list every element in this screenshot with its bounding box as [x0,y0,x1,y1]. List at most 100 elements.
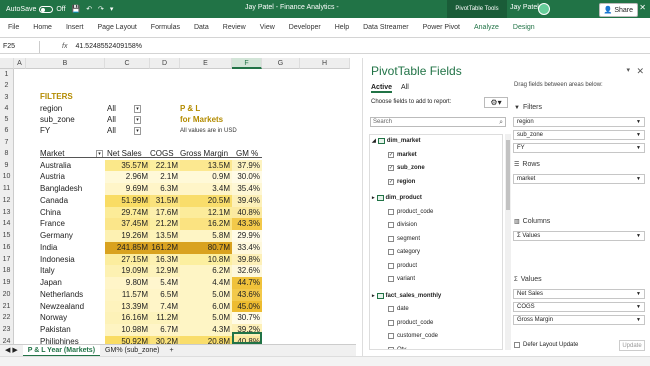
defer-layout-checkbox[interactable]: Defer Layout Update [514,342,578,348]
row-header-20[interactable]: 20 [0,288,14,301]
table-cell-gm[interactable]: 6.2M [180,265,232,277]
table-cell-net[interactable]: 27.15M [105,253,150,266]
ribbon-tab-help[interactable]: Help [328,24,356,31]
table-cell-gmp[interactable]: 39.4% [232,194,262,207]
checkbox-icon[interactable] [388,333,394,339]
field-list-scrollbar[interactable] [505,134,511,350]
ribbon-tab-file[interactable]: File [0,24,26,31]
ribbon-tab-data[interactable]: Data [187,24,216,31]
field-item[interactable]: segment [388,235,420,242]
chevron-down-icon[interactable]: ▼ [636,290,641,299]
table-cell-gmp[interactable]: 30.7% [232,312,262,324]
field-table-dim_product[interactable]: ▸ dim_product [372,195,422,201]
table-cell-gm[interactable]: 3.4M [180,183,232,195]
table-cell-cogs[interactable]: 13.5M [150,230,180,242]
table-cell-gm[interactable]: 80.7M [180,241,232,254]
row-header-15[interactable]: 15 [0,230,14,242]
area-item-columns[interactable]: Σ Values ▼ [513,231,645,241]
field-table-fact_sales_monthly[interactable]: ▸ fact_sales_monthly [372,292,441,299]
checkbox-icon[interactable] [388,319,394,326]
table-cell-gm[interactable]: 5.0M [180,288,232,301]
avatar[interactable] [538,3,550,15]
field-item[interactable]: ✓ sub_zone [388,165,425,171]
table-cell-net[interactable]: 29.74M [105,206,150,219]
row-header-7[interactable]: 7 [0,136,14,148]
tab-pl-year[interactable]: P & L Year (Markets) [22,344,101,357]
close-icon[interactable]: ✕ [636,66,644,77]
checkbox-icon[interactable] [388,346,394,349]
row-header-19[interactable]: 19 [0,277,14,289]
update-button[interactable]: Update [619,340,645,351]
chevron-down-icon[interactable]: ▾ [134,104,141,113]
add-sheet-icon[interactable]: + [165,345,179,357]
table-cell-cogs[interactable]: 16.3M [150,253,180,266]
row-header-6[interactable]: 6 [0,125,14,137]
area-item-values[interactable]: Gross Margin ▼ [513,314,645,325]
tab-all[interactable]: All [401,84,409,91]
table-cell-gmp[interactable]: 35.4% [232,183,262,195]
close-icon[interactable]: ✕ [639,3,646,12]
ribbon-tab-home[interactable]: Home [26,24,59,31]
table-cell-cogs[interactable]: 12.9M [150,265,180,277]
table-cell-gmp[interactable]: 45.0% [232,300,262,313]
table-cell-cogs[interactable]: 6.7M [150,324,180,336]
field-item[interactable]: ✓ market [388,151,417,158]
table-cell-net[interactable]: 19.09M [105,265,150,277]
field-item[interactable]: division [388,222,417,228]
filter-value[interactable]: All [107,103,116,114]
fx-icon[interactable]: fx [62,43,67,50]
scroll-thumb[interactable] [506,140,510,210]
chevron-down-icon[interactable]: ▾ [134,116,141,124]
row-header-4[interactable]: 4 [0,102,14,114]
ribbon-tab-view[interactable]: View [253,24,282,31]
table-cell-cogs[interactable]: 6.5M [150,288,180,301]
share-button[interactable]: 👤 Share [598,3,638,17]
column-header-H[interactable]: H [300,58,350,69]
ribbon-tab-developer[interactable]: Developer [282,24,328,31]
ribbon-tab-power-pivot[interactable]: Power Pivot [416,24,467,31]
row-header-17[interactable]: 17 [0,253,14,266]
chevron-down-icon[interactable]: ▼ [636,303,641,312]
table-cell-net[interactable]: 19.26M [105,230,150,242]
field-item[interactable]: variant [388,276,415,282]
row-header-12[interactable]: 12 [0,194,14,207]
table-cell-gmp[interactable]: 43.6% [232,288,262,301]
column-header-A[interactable]: A [14,58,26,69]
checkbox-icon[interactable] [388,249,394,255]
filter-value[interactable]: All [107,114,116,125]
area-item-filters[interactable]: region ▼ [513,117,645,127]
table-cell-net[interactable]: 241.85M [105,241,150,254]
table-cell-net[interactable]: 16.16M [105,312,150,324]
table-cell-gmp[interactable]: 29.9% [232,230,262,242]
field-item[interactable]: product_code [388,319,433,326]
field-item[interactable]: product_code [388,208,433,215]
row-header-8[interactable]: 8 [0,147,14,160]
checkbox-icon[interactable] [514,342,520,348]
field-table-dim_market[interactable]: ◢ dim_market [372,138,421,144]
quick-access-toolbar[interactable]: 💾 ↶ ↷ ▾ [72,5,116,13]
field-item[interactable]: date [388,306,409,312]
row-header-10[interactable]: 10 [0,171,14,183]
column-header-B[interactable]: B [26,58,105,69]
row-header-14[interactable]: 14 [0,218,14,230]
area-item-values[interactable]: COGS ▼ [513,301,645,312]
field-item[interactable]: Qty [388,346,406,349]
checkbox-icon[interactable]: ✓ [388,151,394,158]
table-cell-net[interactable]: 11.57M [105,288,150,301]
chevron-down-icon[interactable]: ▾ [134,127,141,136]
table-cell-gm[interactable]: 13.5M [180,159,232,172]
table-cell-gm[interactable]: 6.0M [180,300,232,313]
checkbox-icon[interactable] [388,235,394,242]
table-cell-net[interactable]: 35.57M [105,159,150,172]
user-name[interactable]: Jay Patel [510,4,539,11]
area-item-filters[interactable]: sub_zone ▼ [513,129,645,140]
row-header-21[interactable]: 21 [0,300,14,313]
table-cell-gm[interactable]: 5.8M [180,230,232,242]
table-cell-gmp[interactable]: 43.3% [232,218,262,230]
column-header-C[interactable]: C [105,58,150,69]
checkbox-icon[interactable]: ✓ [388,178,394,185]
autosave-toggle[interactable]: AutoSave Off [6,5,66,13]
table-cell-net[interactable]: 2.96M [105,171,150,183]
column-header-F[interactable]: F [232,58,262,69]
table-cell-gm[interactable]: 0.9M [180,171,232,183]
